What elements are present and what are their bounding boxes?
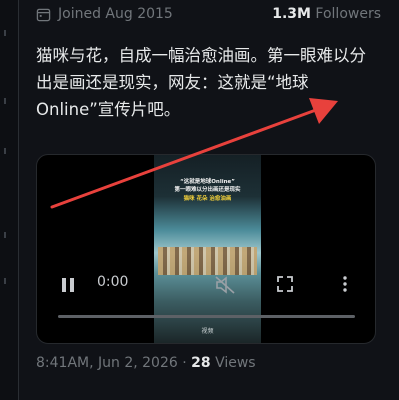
- video-player[interactable]: “这就是地球Online” 第一眼难以分出画还是现实 猫咪 花朵 治愈油画 视频…: [36, 154, 376, 344]
- rail-marker: [4, 278, 14, 284]
- rail-marker: [4, 148, 14, 154]
- post-text: 猫咪与花，自成一幅治愈油画。第一眼难以分出是画还是现实，网友：这就是“地球Onl…: [36, 46, 366, 119]
- fullscreen-icon[interactable]: [277, 276, 293, 292]
- video-caption-top: “这就是地球Online”: [180, 179, 235, 185]
- rail-marker: [4, 232, 14, 238]
- video-time: 0:00: [97, 274, 129, 290]
- video-progress-bar[interactable]: [58, 315, 355, 318]
- rail-marker: [4, 98, 14, 104]
- separator: ·: [182, 355, 187, 371]
- more-vertical-icon[interactable]: [343, 276, 347, 292]
- video-caption-yellow: 猫咪 花朵 治愈油画: [183, 196, 232, 202]
- followers-link[interactable]: 1.3M Followers: [272, 6, 381, 22]
- pause-icon[interactable]: [60, 277, 76, 293]
- followers-label: Followers: [315, 6, 381, 22]
- followers-count: 1.3M: [272, 6, 311, 22]
- views-label: Views: [215, 355, 256, 371]
- joined-date: Joined Aug 2015: [58, 6, 173, 22]
- video-caption-mid: 第一眼难以分出画还是现实: [174, 187, 241, 193]
- post-timestamp: 8:41AM, Jun 2, 2026 · 28 Views: [36, 355, 256, 371]
- video-controls: [37, 273, 375, 343]
- left-rail: [0, 0, 19, 400]
- rail-marker: [4, 30, 14, 36]
- profile-meta: Joined Aug 2015 1.3M Followers: [36, 4, 381, 24]
- muted-speaker-icon[interactable]: [215, 276, 235, 294]
- calendar-icon: [36, 8, 51, 21]
- post-datetime[interactable]: 8:41AM, Jun 2, 2026: [36, 355, 178, 371]
- video-scene: [158, 247, 257, 275]
- views-count: 28: [191, 355, 211, 371]
